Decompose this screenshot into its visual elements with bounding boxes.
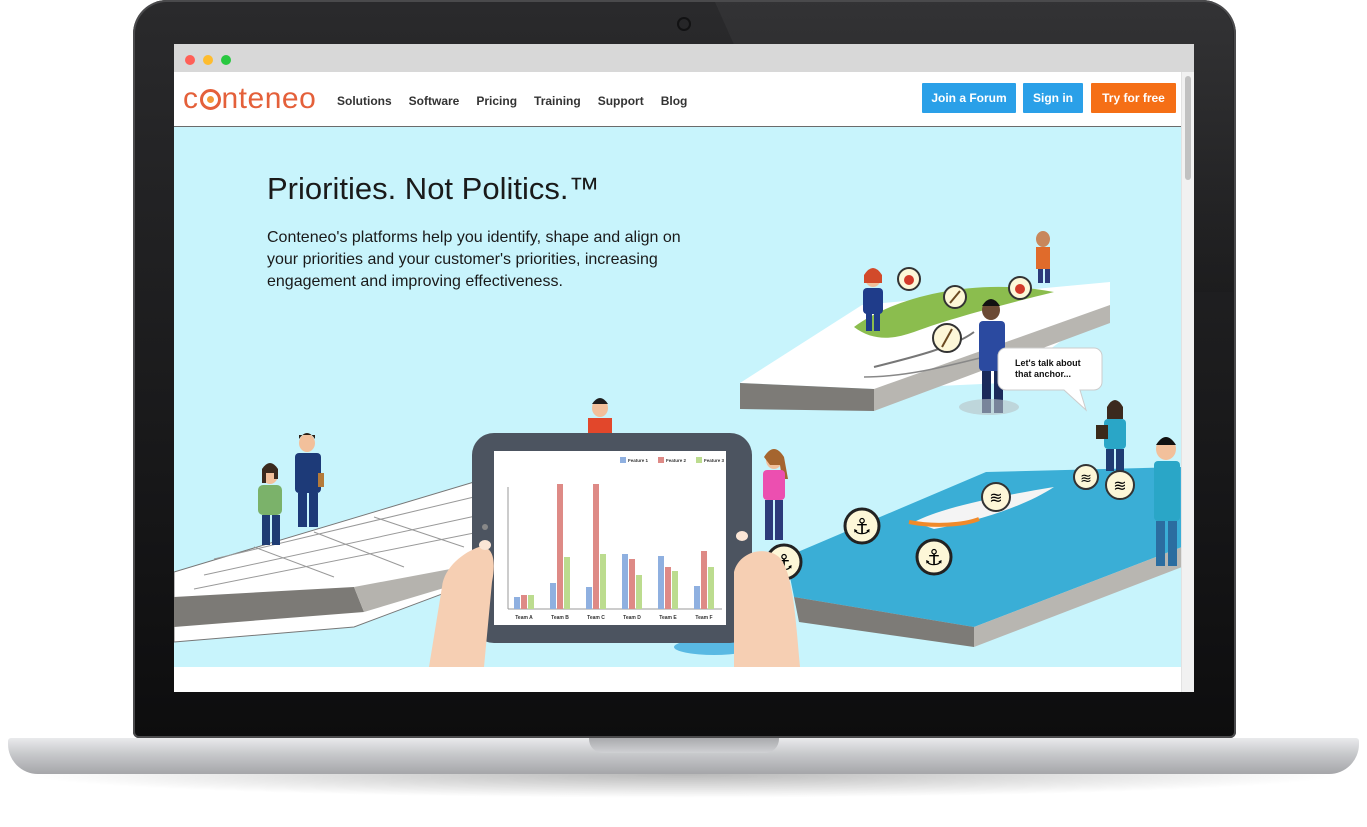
chart-category-label: Team C [587,615,605,621]
chart-bar [672,571,678,609]
hero-section: ⚓ ⚓ ⚓ ≋ ≋ ≋ Team A Team B Team C Team D Team… [174,127,1182,667]
chart-bar [586,587,592,609]
scrollbar-thumb[interactable] [1185,76,1191,180]
laptop-notch [589,738,779,753]
chart-bar [708,567,714,609]
svg-text:⚓: ⚓ [924,546,944,571]
chart-bar [564,557,570,609]
conteneo-logo[interactable]: c nteneo [183,82,316,116]
chart-bar [521,595,527,609]
svg-text:≋: ≋ [1080,471,1092,487]
person-man-phone-left [295,433,324,527]
minimize-window-button[interactable] [203,55,213,65]
chart-bar [701,551,707,609]
hero-description: Conteneo's platforms help you identify, … [267,229,681,290]
hero-title: Priorities. Not Politics.™ [267,171,600,206]
chart-legend-label: Feature 2 [666,458,687,463]
laptop-shadow [20,774,1347,798]
chart-legend-swatch [658,457,664,463]
chart-bar [514,597,520,609]
chart-category-label: Team B [551,615,569,621]
chart-category-label: Team A [515,615,533,621]
chart-category-label: Team D [623,615,641,621]
chart-legend-swatch [696,457,702,463]
nav-blog[interactable]: Blog [661,94,688,108]
chart-bar [629,559,635,609]
main-nav: Solutions Software Pricing Training Supp… [337,94,687,108]
close-window-button[interactable] [185,55,195,65]
webcam [679,19,689,29]
page-scrollbar[interactable] [1181,72,1194,692]
nav-training[interactable]: Training [534,94,581,108]
chart-bar [557,484,563,609]
next-section [174,667,1182,692]
nav-support[interactable]: Support [598,94,644,108]
maximize-window-button[interactable] [221,55,231,65]
chart-legend-label: Feature 3 [704,458,725,463]
speech-bubble-text: Let's talk about that anchor... [1015,358,1081,379]
person-behind-tablet [588,398,612,436]
chart-bar [593,484,599,609]
hero-illustration: ⚓ ⚓ ⚓ ≋ ≋ ≋ Team A Team B Team C Team D Team… [174,231,1182,667]
chart-bar [550,583,556,609]
try-free-button[interactable]: Try for free [1091,83,1176,113]
logo-text-prefix: c [183,82,199,115]
site-header: c nteneo Solutions Software Pricing Train… [174,72,1182,127]
chart-legend-swatch [620,457,626,463]
browser-window: c nteneo Solutions Software Pricing Train… [174,44,1194,692]
chart-bar [658,556,664,609]
logo-text-suffix: nteneo [221,82,317,115]
svg-text:⚓: ⚓ [852,515,872,540]
person-woman-pink [763,449,788,540]
logo-target-icon [199,89,221,110]
nav-pricing[interactable]: Pricing [476,94,517,108]
chart-bar [694,586,700,609]
chart-bar [600,554,606,609]
nav-software[interactable]: Software [409,94,460,108]
person-man-top-right [1036,231,1050,283]
browser-titlebar [174,44,1194,73]
svg-text:≋: ≋ [989,488,1002,507]
chart-bar [636,575,642,609]
chart-category-label: Team F [695,615,712,621]
tablet-device [472,433,752,643]
person-woman-left [258,463,282,545]
chart-bar [622,554,628,609]
sign-in-button[interactable]: Sign in [1023,83,1083,113]
chart-bar [528,595,534,609]
top-tree-platform [740,282,1110,411]
join-forum-button[interactable]: Join a Forum [922,83,1016,113]
nav-solutions[interactable]: Solutions [337,94,392,108]
svg-text:≋: ≋ [1113,476,1126,495]
person-woman-clipboard [1096,400,1126,471]
chart-legend-label: Feature 1 [628,458,649,463]
chart-category-label: Team E [659,615,677,621]
chart-bar [665,567,671,609]
